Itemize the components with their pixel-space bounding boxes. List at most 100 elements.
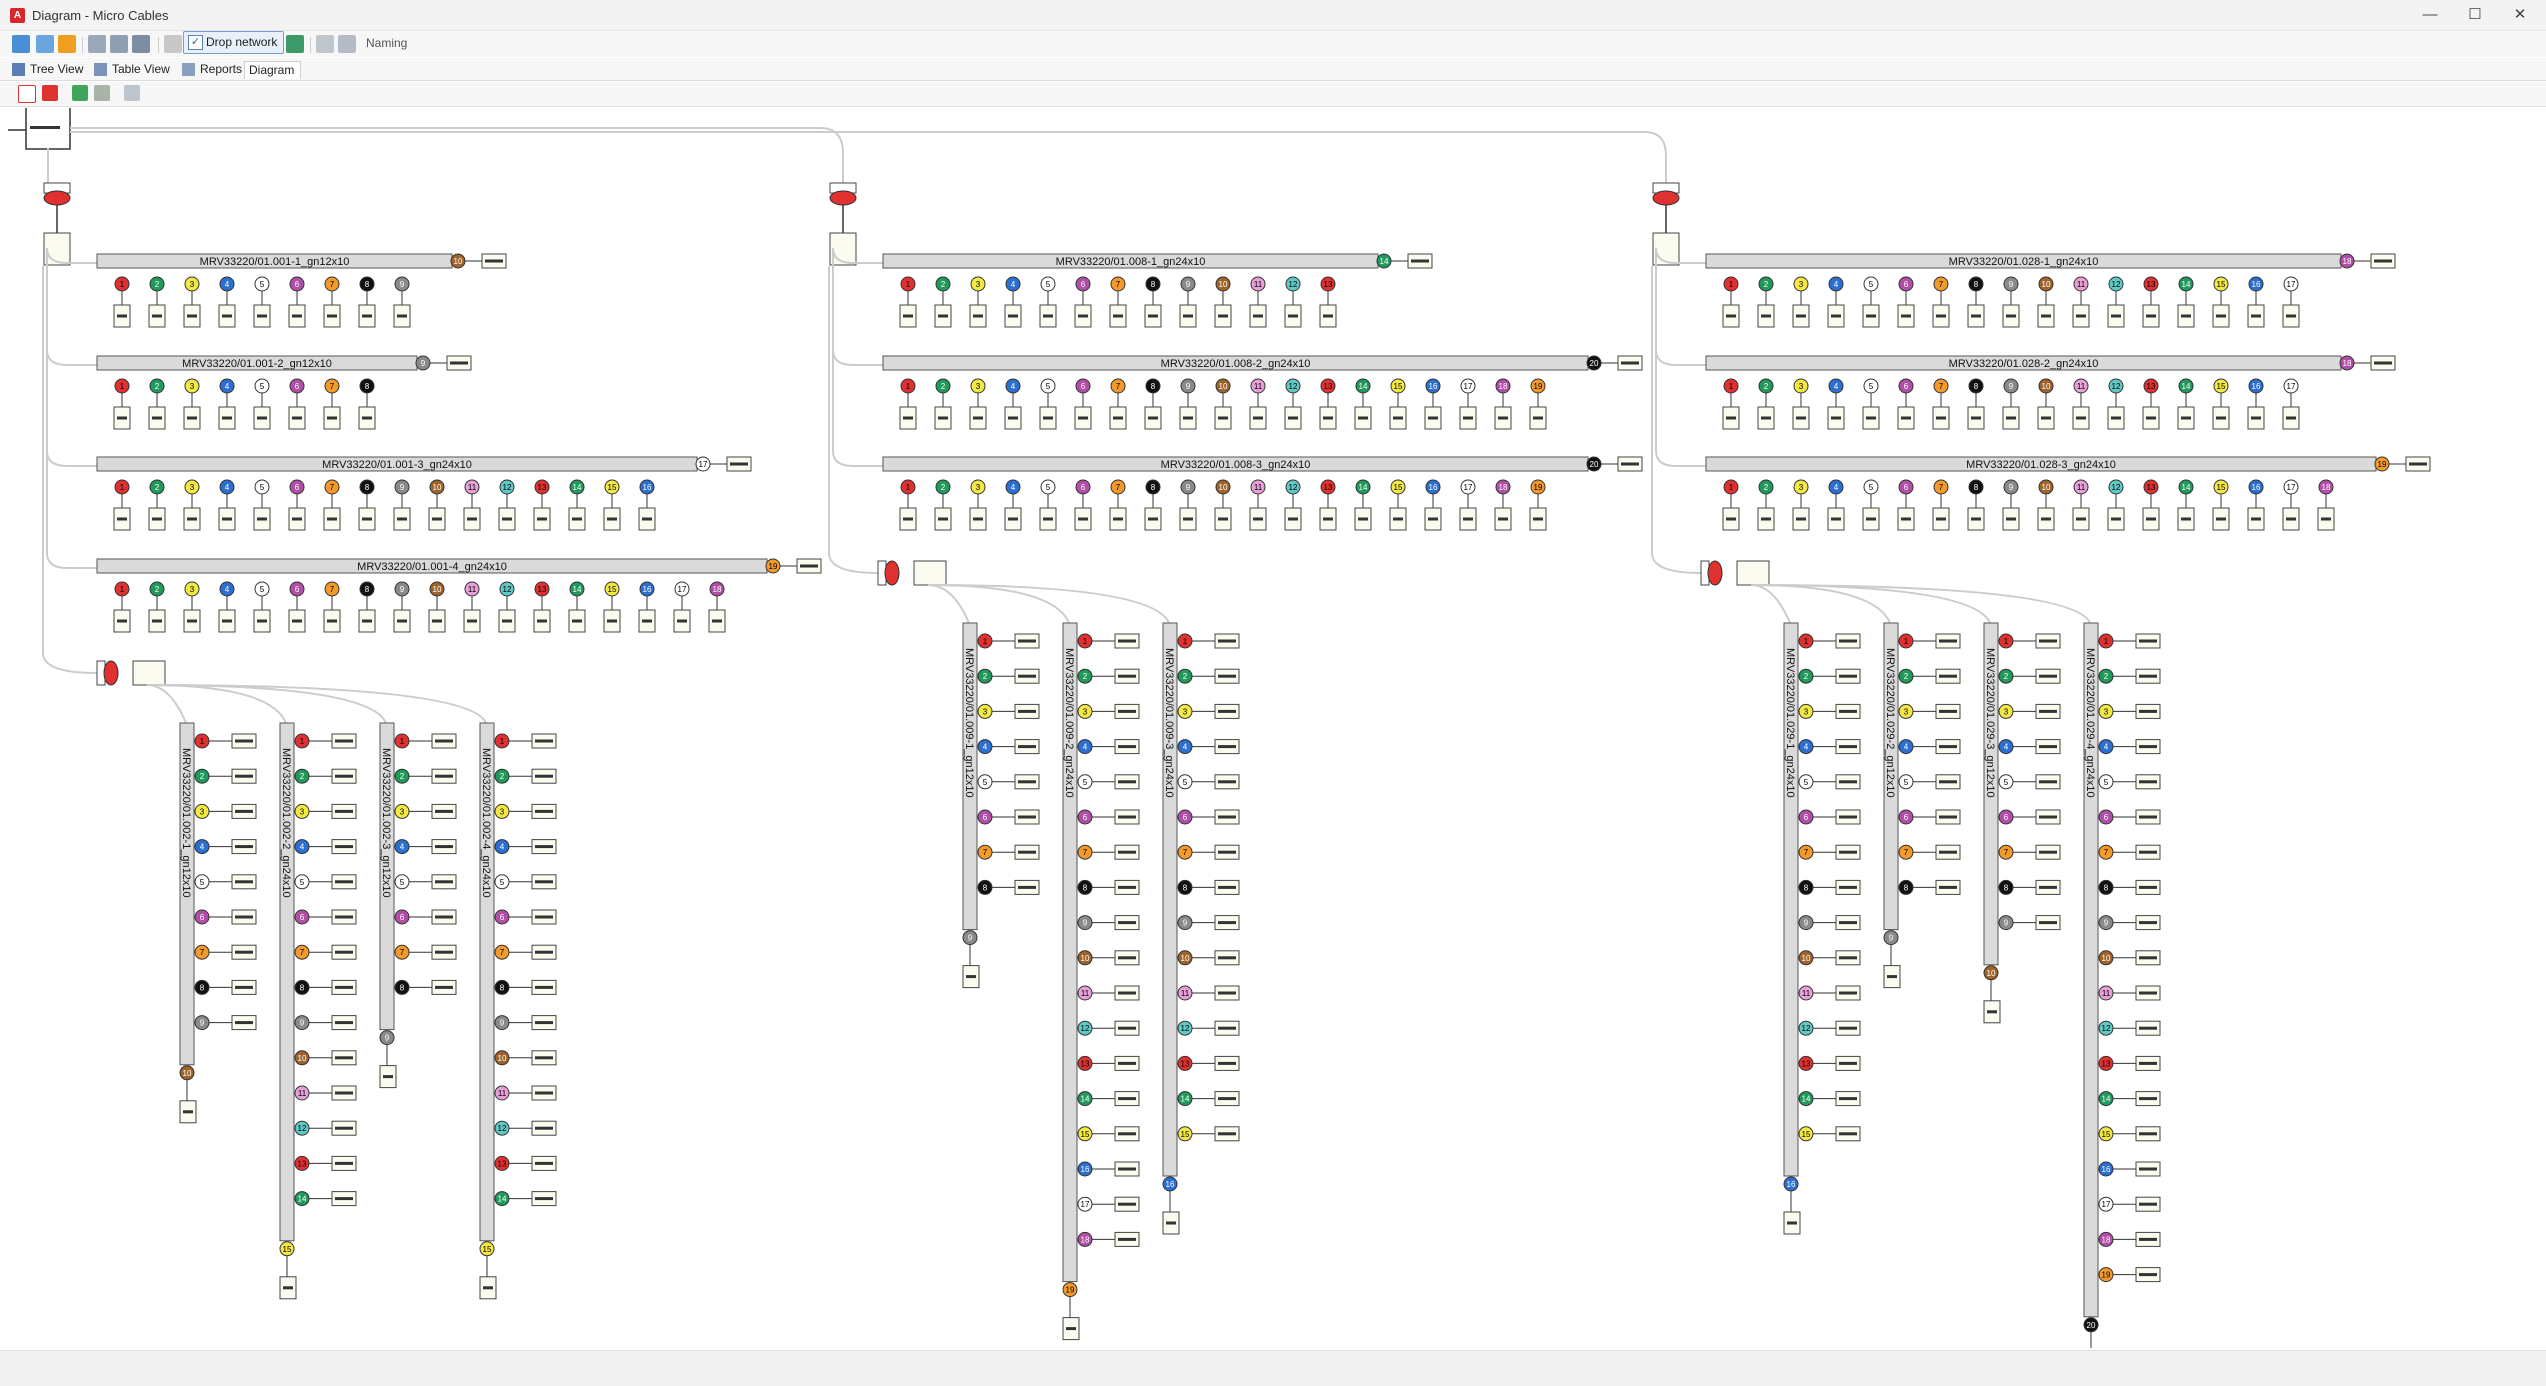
fiber-number: 16 (2252, 280, 2261, 289)
splitter-box (132, 660, 166, 686)
terminal-label-mark (1866, 517, 1876, 521)
terminal-label-mark (2041, 517, 2051, 521)
home-icon[interactable] (124, 85, 140, 101)
grid-icon[interactable] (316, 35, 334, 53)
terminal-label-mark (435, 950, 453, 954)
refresh-icon[interactable] (12, 35, 30, 53)
tab-table-view[interactable]: Table View (92, 61, 170, 78)
fiber-number: 1 (1729, 280, 1734, 289)
fiber-number: 9 (968, 934, 973, 943)
terminal-label-mark (1078, 416, 1088, 420)
warning-icon[interactable] (58, 35, 76, 53)
fiber-number: 8 (1151, 280, 1156, 289)
zoom-icon[interactable] (88, 35, 106, 53)
terminal-label-mark (535, 809, 553, 813)
terminal-label-mark (1866, 416, 1876, 420)
fiber-number: 7 (1904, 848, 1909, 857)
tab-reports[interactable]: Reports (180, 61, 242, 78)
pointer-icon[interactable] (164, 35, 182, 53)
terminal-label-mark (257, 517, 267, 521)
terminal-label-mark (2139, 815, 2157, 819)
fiber-number: 15 (2217, 483, 2226, 492)
acrobat-icon[interactable] (42, 85, 58, 101)
fiber-number: 9 (400, 483, 405, 492)
terminal-label-mark (1118, 1167, 1136, 1171)
fiber-number: 3 (1183, 707, 1188, 716)
minimize-icon[interactable]: — (2410, 4, 2450, 26)
status-bar (0, 1350, 2546, 1386)
fiber-number: 12 (1289, 280, 1298, 289)
terminal-label-mark (2139, 1026, 2157, 1030)
fiber-number: 7 (400, 948, 405, 957)
align-icon[interactable] (338, 35, 356, 53)
terminal-label-mark (2286, 416, 2296, 420)
tab-tree-view[interactable]: Tree View (10, 61, 83, 78)
cable-label: MRV33220/01.002-1_gn12x10 (180, 748, 192, 898)
terminal-label-mark (2286, 517, 2296, 521)
terminal-label-mark (383, 1075, 393, 1079)
fiber-number: 17 (2287, 382, 2296, 391)
export-icon[interactable] (132, 35, 150, 53)
terminal-label-mark (1939, 885, 1957, 889)
close-icon[interactable]: ✕ (2500, 4, 2540, 26)
fiber-number: 5 (1869, 483, 1874, 492)
terminal-label-mark (535, 1126, 553, 1130)
cable-label: MRV33220/01.008-2_gn24x10 (1161, 358, 1311, 370)
terminal-label-mark (235, 915, 253, 919)
fiber-number: 10 (1219, 382, 1228, 391)
fiber-number: 16 (2252, 382, 2261, 391)
maximize-icon[interactable]: ☐ (2455, 4, 2495, 26)
root-node-mark (30, 126, 60, 129)
fiber-number: 4 (200, 843, 205, 852)
terminal-label-mark (903, 517, 913, 521)
fiber-number: 8 (1151, 483, 1156, 492)
fiber-number: 8 (200, 983, 205, 992)
fiber-number: 5 (260, 382, 265, 391)
terminal-label-mark (1218, 314, 1228, 318)
tab-diagram[interactable]: Diagram (244, 61, 302, 79)
tree-icon (12, 63, 25, 76)
fiber-number: 2 (155, 280, 160, 289)
cable-label: MRV33220/01.001-1_gn12x10 (200, 256, 350, 268)
network-icon[interactable] (36, 35, 54, 53)
terminal-label-mark (535, 950, 553, 954)
terminal-label-mark (1018, 709, 1036, 713)
naming-button[interactable]: Naming (366, 36, 407, 50)
fiber-number: 6 (1081, 382, 1086, 391)
fiber-number: 17 (1464, 382, 1473, 391)
terminal-label-mark (1939, 709, 1957, 713)
terminal-label-mark (2039, 850, 2057, 854)
terminal-label-mark (117, 416, 127, 420)
fiber-number: 14 (2182, 382, 2191, 391)
terminal-label-mark (1008, 517, 1018, 521)
document-icon[interactable] (110, 35, 128, 53)
drop-network-toggle[interactable]: ✓ Drop network (183, 31, 285, 54)
terminal-label-mark (467, 517, 477, 521)
cable-label: MRV33220/01.028-2_gn24x10 (1949, 358, 2099, 370)
cable-label: MRV33220/01.028-3_gn24x10 (1966, 459, 2116, 471)
layout-icon[interactable] (286, 35, 304, 53)
fiber-number: 10 (298, 1054, 307, 1063)
cable-route (927, 584, 970, 624)
cable-label: MRV33220/01.002-3_gn12x10 (380, 748, 392, 898)
fiber-number: 9 (400, 280, 405, 289)
fiber-number: 13 (1324, 483, 1333, 492)
fiber-number: 16 (2252, 483, 2261, 492)
terminal-label-mark (187, 416, 197, 420)
cable-route (146, 684, 287, 724)
fiber-number: 6 (2104, 813, 2109, 822)
terminal-label-mark (2139, 1097, 2157, 1101)
fiber-number: 14 (573, 585, 582, 594)
fiber-number: 13 (2147, 483, 2156, 492)
fiber-number: 19 (1534, 483, 1543, 492)
terminal-label-mark (1218, 956, 1236, 960)
diagram-canvas[interactable]: MRV33220/01.001-1_gn12x10 10 1 2 3 4 5 6 7 8 9 MRV3… (0, 106, 2546, 1376)
terminal-label-mark (235, 985, 253, 989)
pdf-icon[interactable] (18, 85, 36, 103)
terminal-label-mark (435, 845, 453, 849)
terminal-label-mark (1218, 815, 1236, 819)
terminal-label-mark (1288, 416, 1298, 420)
cable-label: MRV33220/01.009-1_gn12x10 (963, 648, 975, 798)
collapse-icon[interactable] (94, 85, 110, 101)
expand-icon[interactable] (72, 85, 88, 101)
